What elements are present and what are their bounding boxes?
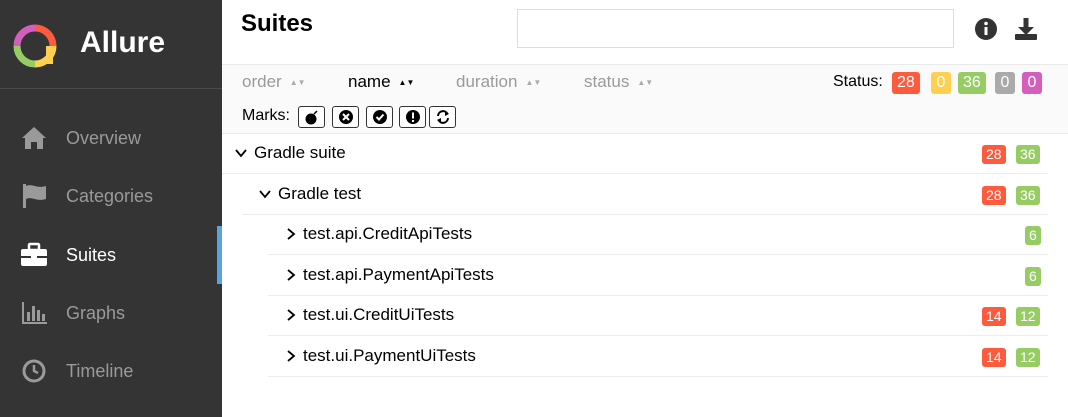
exclamation-circle-icon xyxy=(406,110,420,124)
sort-by-name[interactable]: name ▲▼ xyxy=(348,72,415,92)
chevron-right-icon xyxy=(287,350,296,362)
sort-by-status[interactable]: status ▲▼ xyxy=(584,72,654,92)
mark-new-passed-button[interactable] xyxy=(366,106,393,128)
passed-count: 6 xyxy=(1025,267,1041,286)
failed-count: 14 xyxy=(982,307,1006,326)
status-filter-passed[interactable]: 36 xyxy=(958,72,986,94)
sort-icon: ▲▼ xyxy=(289,77,306,87)
chevron-right-icon xyxy=(287,228,296,240)
suites-toolbar: order ▲▼ name ▲▼ duration ▲▼ status ▲▼ Statu… xyxy=(222,64,1068,134)
tree-row-name: test.ui.CreditUiTests xyxy=(303,305,455,324)
chevron-down-icon xyxy=(235,149,247,158)
sort-icon: ▲▼ xyxy=(637,77,654,87)
nav-label: Graphs xyxy=(66,303,126,323)
bomb-icon xyxy=(305,110,318,125)
tree-row-name: Gradle suite xyxy=(254,143,346,162)
search-input[interactable] xyxy=(517,9,954,48)
tree-row[interactable]: test.ui.CreditUiTests 14 12 xyxy=(268,296,1048,336)
status-filter-skipped[interactable]: 0 xyxy=(995,72,1015,94)
main-content: Suites order ▲▼ name ▲▼ duration ▲▼ status ▲… xyxy=(222,0,1068,417)
tree-row[interactable]: Gradle suite 28 36 xyxy=(222,134,1048,174)
tree-row-name: test.ui.PaymentUiTests xyxy=(303,346,476,365)
passed-count: 12 xyxy=(1016,348,1040,367)
brand-name: Allure xyxy=(80,26,166,59)
brand[interactable]: Allure xyxy=(0,0,222,89)
sort-icon: ▲▼ xyxy=(398,77,415,87)
close-circle-icon xyxy=(339,110,353,124)
bar-chart-icon xyxy=(22,302,47,324)
tree-row[interactable]: test.api.CreditApiTests 6 xyxy=(268,215,1048,255)
passed-count: 36 xyxy=(1016,186,1040,205)
check-circle-icon xyxy=(373,110,387,124)
flag-icon xyxy=(23,184,46,208)
tree-row[interactable]: test.api.PaymentApiTests 6 xyxy=(268,256,1048,296)
status-filter-failed[interactable]: 28 xyxy=(892,72,920,94)
status-filter-label: Status: xyxy=(833,73,883,90)
sort-icon: ▲▼ xyxy=(525,77,542,87)
passed-count: 6 xyxy=(1025,226,1041,245)
nav-item-overview[interactable]: Overview xyxy=(0,109,222,167)
chevron-right-icon xyxy=(287,269,296,281)
home-icon xyxy=(22,127,46,149)
status-filter-unknown[interactable]: 0 xyxy=(1022,72,1042,94)
chevron-down-icon xyxy=(259,190,271,199)
status-filter-broken[interactable]: 0 xyxy=(931,72,951,94)
nav-label: Overview xyxy=(66,128,142,148)
info-icon[interactable] xyxy=(973,16,999,42)
briefcase-icon xyxy=(21,242,47,266)
nav-label: Timeline xyxy=(66,361,134,381)
passed-count: 36 xyxy=(1016,145,1040,164)
nav-item-suites[interactable]: Suites xyxy=(0,226,222,284)
page-title: Suites xyxy=(241,10,314,37)
nav-item-graphs[interactable]: Graphs xyxy=(0,284,222,342)
failed-count: 14 xyxy=(982,348,1006,367)
mark-new-broken-button[interactable] xyxy=(399,106,426,128)
mark-flaky-button[interactable] xyxy=(298,106,325,128)
tree-row-name: test.api.CreditApiTests xyxy=(303,224,473,243)
failed-count: 28 xyxy=(982,145,1006,164)
marks-label: Marks: xyxy=(242,107,290,124)
tree-row[interactable]: test.ui.PaymentUiTests 14 12 xyxy=(268,337,1048,377)
chevron-right-icon xyxy=(287,309,296,321)
nav-item-categories[interactable]: Categories xyxy=(0,167,222,225)
failed-count: 28 xyxy=(982,186,1006,205)
sidebar: Allure Overview Categories Suites Graphs… xyxy=(0,0,222,417)
mark-retries-button[interactable] xyxy=(429,106,456,128)
sort-by-duration[interactable]: duration ▲▼ xyxy=(456,72,542,92)
passed-count: 12 xyxy=(1016,307,1040,326)
mark-new-failed-button[interactable] xyxy=(332,106,359,128)
allure-logo xyxy=(13,24,57,68)
clock-icon xyxy=(22,359,46,383)
nav-label: Categories xyxy=(66,186,154,206)
refresh-icon xyxy=(437,110,449,124)
tree-row[interactable]: Gradle test 28 36 xyxy=(242,175,1048,215)
tree-row-name: test.api.PaymentApiTests xyxy=(303,265,494,284)
download-icon[interactable] xyxy=(1013,16,1039,42)
nav-label: Suites xyxy=(66,245,117,265)
sort-by-order[interactable]: order ▲▼ xyxy=(242,72,306,92)
nav-item-timeline[interactable]: Timeline xyxy=(0,342,222,400)
tree-row-name: Gradle test xyxy=(278,184,362,203)
